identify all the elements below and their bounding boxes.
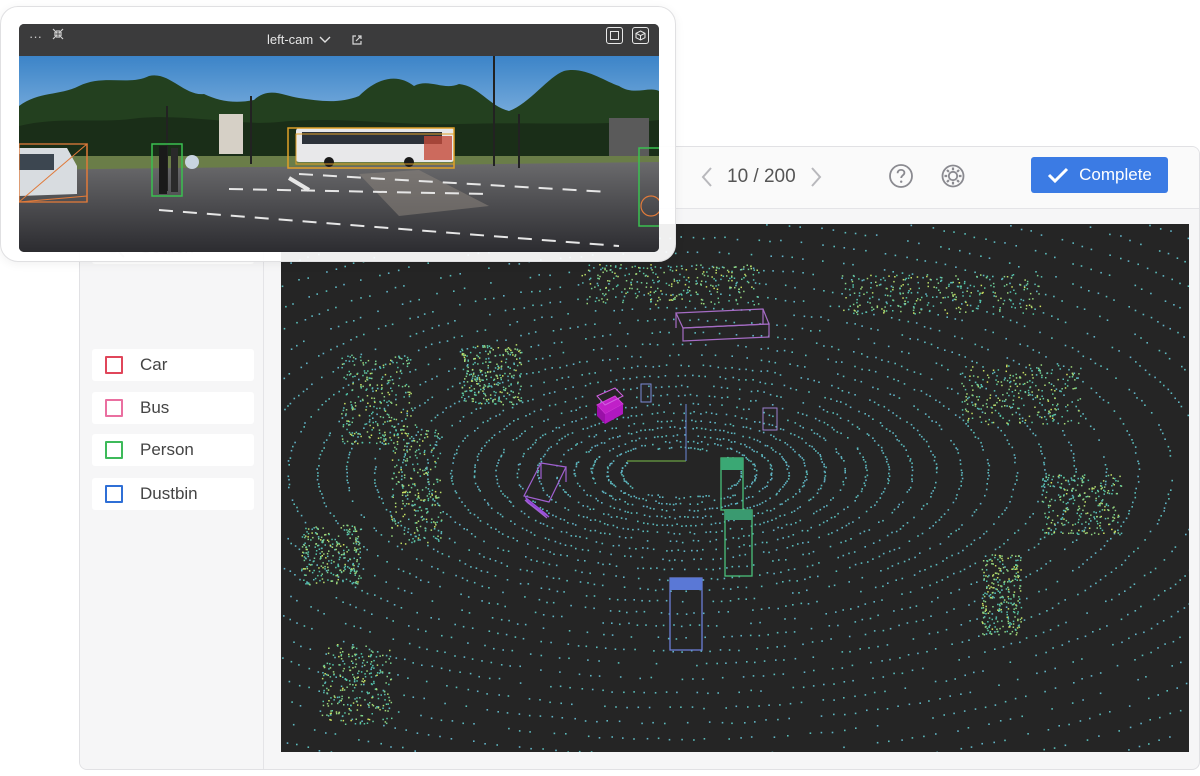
complete-button-label: Complete xyxy=(1079,165,1152,184)
person-color-swatch xyxy=(105,441,123,459)
class-item-bus[interactable]: Bus xyxy=(92,392,254,424)
ego-axes xyxy=(627,404,687,462)
cuboid-person-1[interactable] xyxy=(720,457,744,511)
lidar-points xyxy=(281,224,1189,752)
class-label: Bus xyxy=(140,398,170,417)
gear-icon[interactable] xyxy=(939,162,967,190)
cuboid-dustbin-2[interactable] xyxy=(762,407,778,431)
chevron-left-icon[interactable] xyxy=(697,164,717,190)
cuboid-car-purple[interactable] xyxy=(523,462,567,519)
bus-color-swatch xyxy=(105,399,123,417)
chevron-down-icon xyxy=(319,36,331,43)
chevron-right-icon[interactable] xyxy=(806,164,826,190)
cube-icon[interactable] xyxy=(632,27,649,44)
cuboid-bus[interactable] xyxy=(675,308,770,342)
frame-counter: 10 / 200 xyxy=(727,166,796,187)
check-icon xyxy=(1048,167,1069,184)
point-cloud-canvas[interactable] xyxy=(281,224,1189,752)
class-item-dustbin[interactable]: Dustbin xyxy=(92,478,254,510)
camera-window: ··· left-cam xyxy=(19,24,659,252)
external-link-icon[interactable] xyxy=(351,34,363,46)
square-frame-icon[interactable] xyxy=(606,27,623,44)
class-label: Dustbin xyxy=(140,484,198,503)
car-color-swatch xyxy=(105,356,123,374)
camera-title: left-cam xyxy=(267,32,314,47)
dustbin-color-swatch xyxy=(105,485,123,503)
cuboid-car-magenta[interactable] xyxy=(596,387,624,424)
frame-pager: 10 / 200 xyxy=(697,161,826,193)
camera-image xyxy=(19,56,659,252)
camera-panel: ··· left-cam xyxy=(0,6,676,262)
class-item-person[interactable]: Person xyxy=(92,434,254,466)
camera-selector[interactable]: left-cam xyxy=(267,32,363,47)
ellipsis-icon[interactable]: ··· xyxy=(29,29,42,44)
complete-button[interactable]: Complete xyxy=(1031,157,1168,193)
point-cloud-viewport[interactable] xyxy=(281,224,1189,752)
class-label: Car xyxy=(140,355,168,374)
class-label: Person xyxy=(140,440,194,459)
class-item-car[interactable]: Car xyxy=(92,349,254,381)
help-circle-icon[interactable] xyxy=(887,162,915,190)
collapse-icon[interactable] xyxy=(52,28,64,43)
camera-header: ··· left-cam xyxy=(19,24,659,56)
